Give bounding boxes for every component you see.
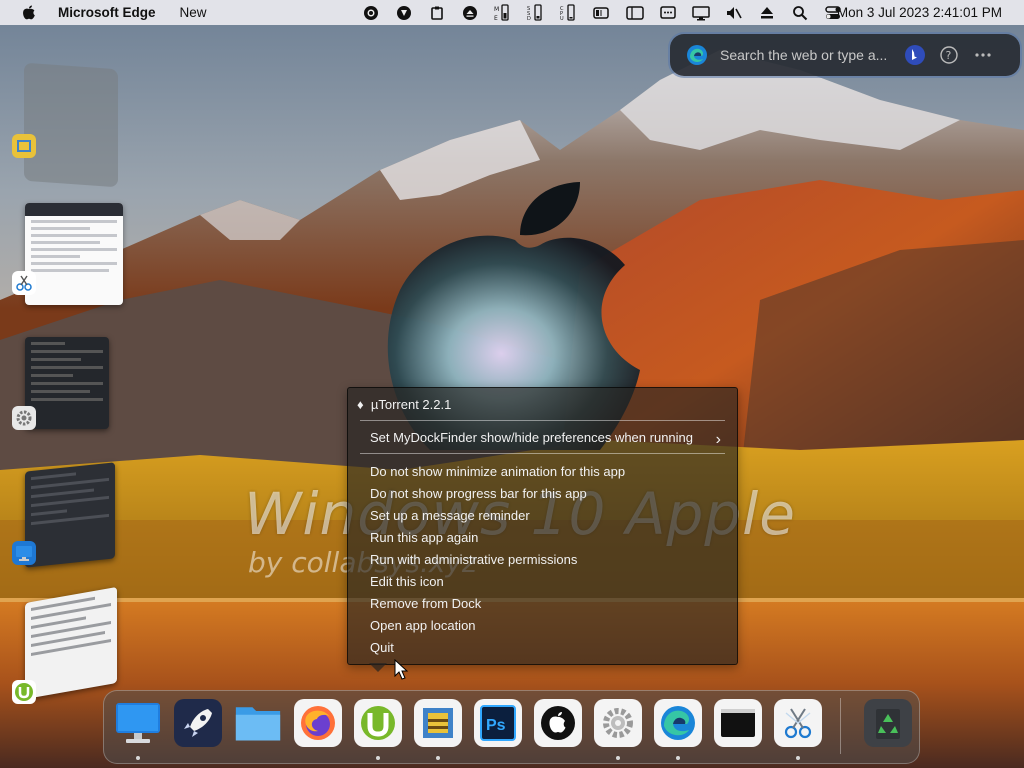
dock-item-finder[interactable]: [114, 699, 162, 747]
menu-item-edit-icon[interactable]: Edit this icon: [370, 573, 444, 591]
edge-icon: [661, 706, 695, 740]
svg-text:Ps: Ps: [486, 717, 506, 734]
edge-search-bar[interactable]: ?: [670, 34, 1020, 76]
dock-item-apple[interactable]: [534, 699, 582, 747]
battery-icon[interactable]: [585, 0, 618, 25]
dock-running-indicator: [376, 756, 380, 760]
firefox-icon: [301, 706, 335, 740]
folder-icon: [235, 707, 281, 741]
svg-text:U: U: [560, 16, 564, 22]
recycle-bin-icon: [876, 709, 900, 739]
obs-icon[interactable]: [354, 0, 387, 25]
photoshop-icon: Ps: [480, 705, 516, 741]
eject-icon[interactable]: [750, 0, 783, 25]
menu-item-no-progress-bar[interactable]: Do not show progress bar for this app: [370, 485, 587, 503]
mute-icon[interactable]: [717, 0, 750, 25]
utorrent-icon: [361, 706, 395, 740]
scissors-icon[interactable]: [12, 271, 36, 295]
context-menu-pointer: [369, 663, 387, 672]
menu-item-remove-from-dock[interactable]: Remove from Dock: [370, 595, 481, 613]
svg-text:D: D: [527, 16, 531, 22]
dock-item-launchpad[interactable]: [174, 699, 222, 747]
chevron-right-icon: ›: [715, 431, 721, 448]
menu-item-no-minimize-anim[interactable]: Do not show minimize animation for this …: [370, 463, 625, 481]
svg-text:?: ?: [946, 49, 952, 62]
window-preview-settings[interactable]: [25, 337, 109, 429]
svg-text:E: E: [494, 15, 498, 22]
eject-disc-icon[interactable]: [453, 0, 486, 25]
dock-separator: [840, 698, 841, 754]
dock-item-firefox[interactable]: [294, 699, 342, 747]
gear-icon: [603, 708, 633, 738]
dock-item-photoshop[interactable]: Ps: [474, 699, 522, 747]
more-options-icon[interactable]: [972, 44, 994, 66]
gear-icon[interactable]: [12, 406, 36, 430]
dock-running-indicator: [676, 756, 680, 760]
menu-separator: [360, 420, 725, 421]
mem-meter-icon[interactable]: ME: [486, 0, 519, 25]
menu-item-quit[interactable]: Quit: [370, 639, 394, 657]
copilot-icon[interactable]: [387, 0, 420, 25]
dock-item-terminal[interactable]: [714, 699, 762, 747]
dock-running-indicator: [796, 756, 800, 760]
display-icon[interactable]: [684, 0, 717, 25]
dock-item-settings[interactable]: [594, 699, 642, 747]
dock-item-winrar[interactable]: [414, 699, 462, 747]
dock-running-indicator: [436, 756, 440, 760]
active-app-name[interactable]: Microsoft Edge: [58, 5, 156, 20]
menu-new[interactable]: New: [180, 5, 207, 20]
menu-bar-clock[interactable]: Mon 3 Jul 2023 2:41:01 PM: [837, 5, 1002, 20]
svg-text:M: M: [494, 6, 499, 13]
context-menu-header: ♦ µTorrent 2.2.1: [357, 396, 451, 414]
window-preview-ghost[interactable]: [24, 62, 118, 188]
help-icon[interactable]: ?: [938, 44, 960, 66]
menu-bar: Microsoft Edge New ME SSD CPU Mon 3 Jul …: [0, 0, 1024, 25]
menu-bar-tray: ME SSD CPU: [354, 0, 849, 25]
chat-icon[interactable]: [651, 0, 684, 25]
menu-separator: [360, 453, 725, 454]
dock-item-files[interactable]: [234, 699, 282, 747]
menu-item-open-location[interactable]: Open app location: [370, 617, 476, 635]
cpu-meter-icon[interactable]: CPU: [552, 0, 585, 25]
dock-running-indicator: [136, 756, 140, 760]
archive-icon: [423, 708, 453, 738]
apple-icon: [541, 706, 575, 740]
clipboard-icon[interactable]: [420, 0, 453, 25]
menu-item-run-as-admin[interactable]: Run with administrative permissions: [370, 551, 577, 569]
context-menu-app-name: µTorrent 2.2.1: [370, 397, 452, 412]
terminal-icon: [721, 709, 755, 737]
monitor-icon[interactable]: [12, 541, 36, 565]
dock-item-trash[interactable]: [864, 699, 912, 747]
dock-item-edge[interactable]: [654, 699, 702, 747]
monitor-icon: [116, 703, 160, 743]
rocket-icon: [184, 709, 212, 737]
archive-icon[interactable]: [12, 134, 36, 158]
ssd-meter-icon[interactable]: SSD: [519, 0, 552, 25]
menu-item-show-hide-prefs[interactable]: Set MyDockFinder show/hide preferences w…: [370, 429, 693, 447]
apple-menu-icon[interactable]: [14, 5, 44, 21]
window-preview-snipping[interactable]: [25, 203, 123, 305]
dock-context-menu: ♦ µTorrent 2.2.1 Set MyDockFinder show/h…: [347, 387, 738, 665]
dock-running-indicator: [616, 756, 620, 760]
diamond-icon: ♦: [357, 397, 364, 412]
bing-icon[interactable]: [904, 44, 926, 66]
edge-icon: [686, 44, 708, 66]
dock-item-utorrent[interactable]: [354, 699, 402, 747]
window-icon[interactable]: [618, 0, 651, 25]
menu-item-message-reminder[interactable]: Set up a message reminder: [370, 507, 530, 525]
scissors-icon: [784, 708, 812, 739]
menu-item-run-again[interactable]: Run this app again: [370, 529, 478, 547]
window-preview-utorrent[interactable]: [25, 586, 117, 700]
dock-item-snipping-tool[interactable]: [774, 699, 822, 747]
window-preview-finder[interactable]: [25, 462, 115, 568]
mouse-cursor-icon: [394, 659, 408, 680]
utorrent-icon[interactable]: [12, 680, 36, 704]
search-input[interactable]: [718, 46, 892, 64]
search-icon[interactable]: [783, 0, 816, 25]
